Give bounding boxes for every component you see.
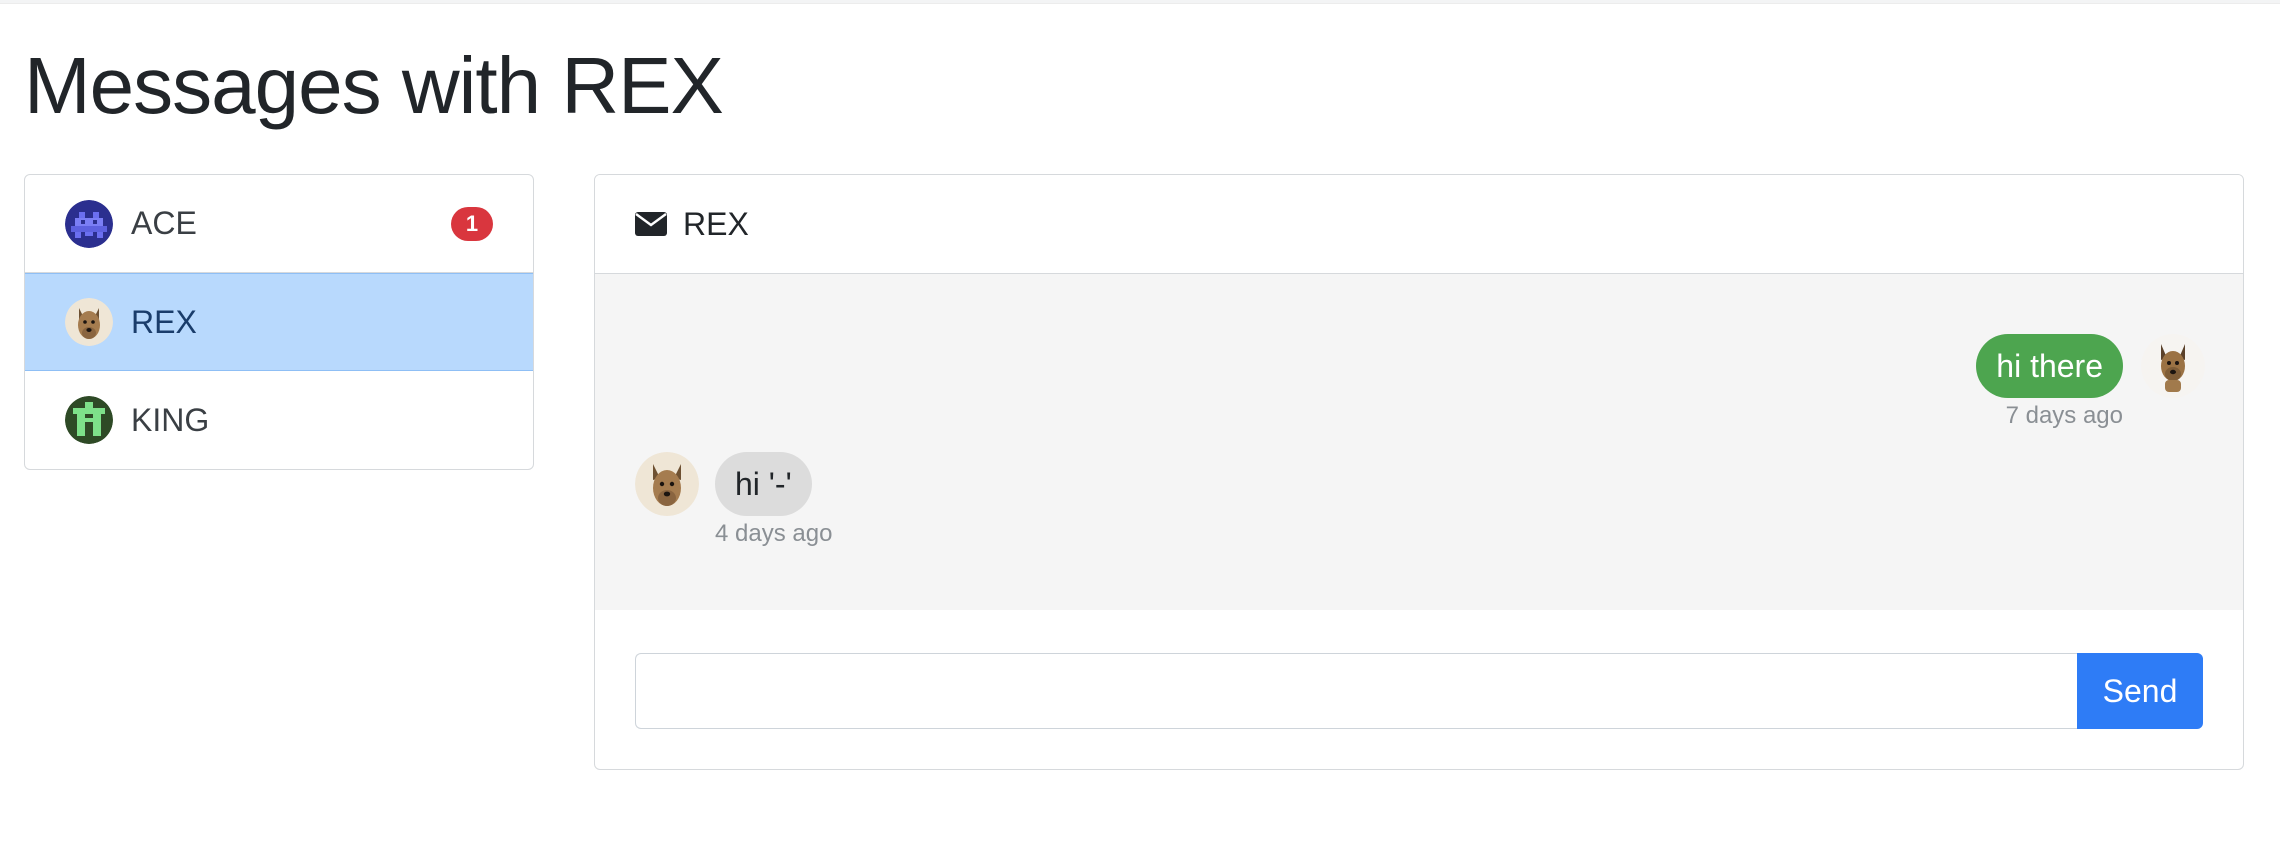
message-timestamp: 4 days ago — [715, 520, 833, 547]
message-input[interactable] — [635, 653, 2077, 729]
pixel-king-avatar-icon — [65, 396, 113, 444]
message-bubble-received: hi '-' — [715, 452, 812, 516]
conversation-name: ACE — [131, 205, 197, 241]
message-timestamp: 7 days ago — [2005, 402, 2123, 429]
unread-badge: 1 — [451, 207, 493, 241]
message-received: hi '-' 4 days ago — [635, 452, 832, 548]
conversation-name: REX — [131, 303, 197, 340]
conversation-item-king[interactable]: KING — [25, 371, 533, 469]
conversation-list: ACE 1 REX KING — [24, 174, 534, 470]
conversation-item-rex[interactable]: REX — [25, 273, 533, 371]
chat-panel: REX hi there 7 days ago hi '-' 4 days ag… — [594, 174, 2244, 770]
page-title: Messages with REX — [24, 41, 724, 130]
top-bar — [0, 0, 2280, 4]
message-composer: Send — [635, 653, 2203, 729]
send-button[interactable]: Send — [2077, 653, 2203, 729]
space-invader-avatar-icon — [65, 199, 113, 248]
message-sent: hi there 7 days ago — [1976, 334, 2205, 430]
conversation-item-ace[interactable]: ACE 1 — [25, 175, 533, 273]
message-bubble-sent: hi there — [1976, 334, 2123, 398]
dog-avatar-icon — [2141, 334, 2205, 398]
dog-avatar-icon — [635, 452, 699, 516]
message-thread: hi there 7 days ago hi '-' 4 days ago — [595, 274, 2243, 610]
chat-header: REX — [595, 175, 2243, 274]
chat-header-name: REX — [683, 205, 749, 242]
dog-avatar-icon — [65, 298, 113, 346]
conversation-name: KING — [131, 401, 210, 438]
envelope-icon — [635, 212, 667, 236]
